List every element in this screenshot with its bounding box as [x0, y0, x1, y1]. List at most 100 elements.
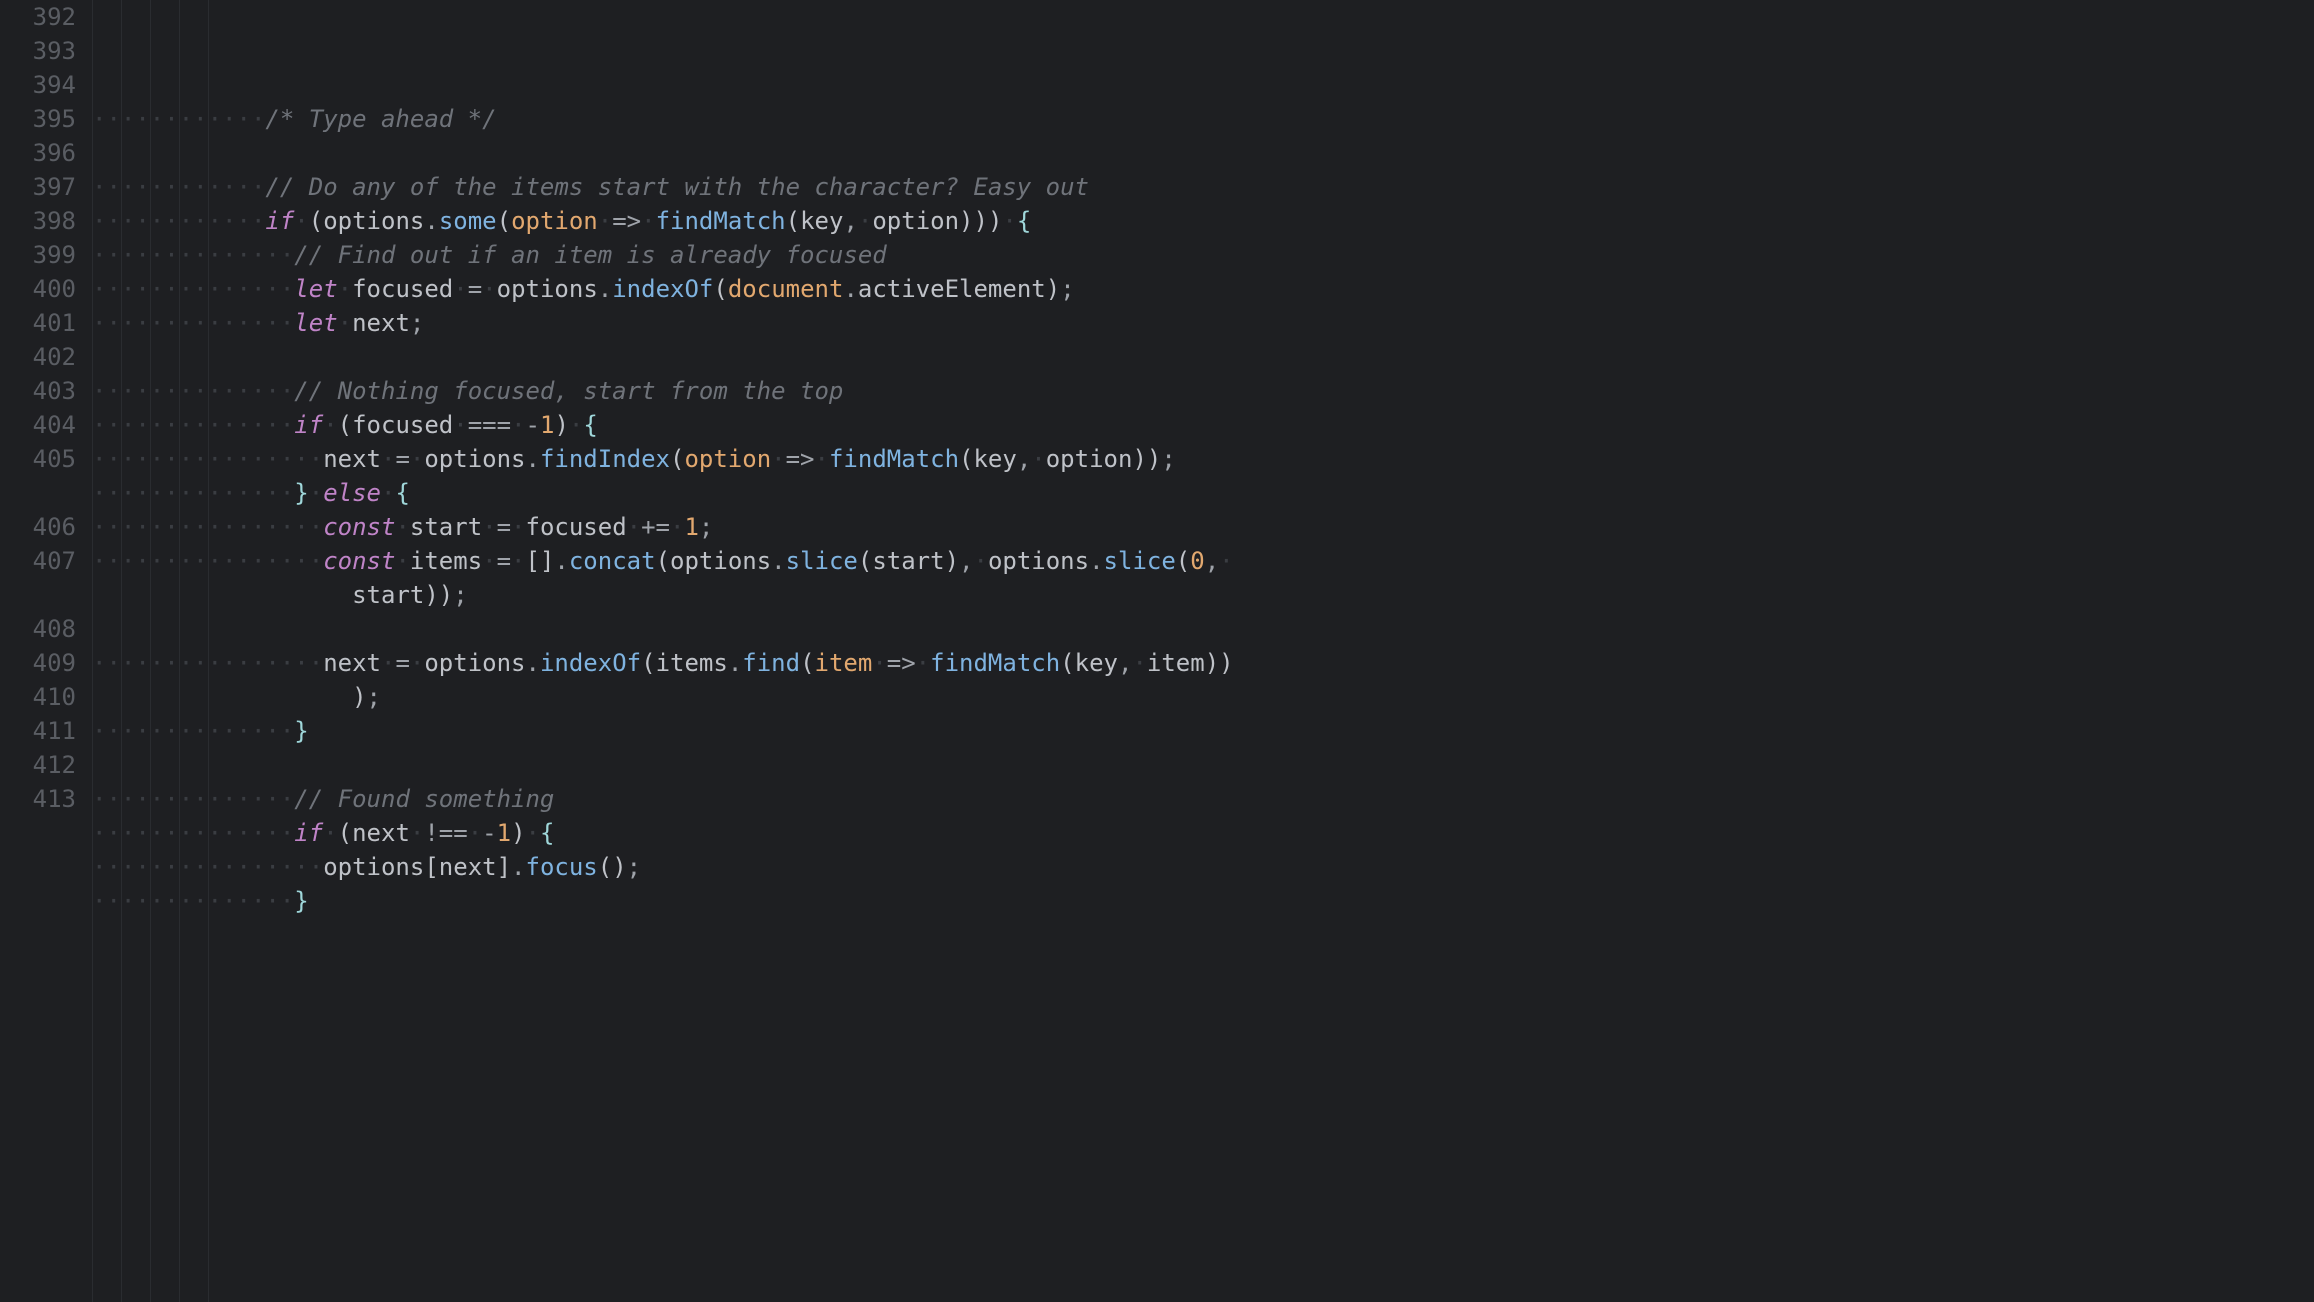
line-number: 412: [0, 748, 76, 782]
code-line[interactable]: ················const·items·=·[].concat(…: [92, 544, 2314, 578]
code-line[interactable]: [92, 136, 2314, 170]
token-brace: {: [583, 411, 597, 439]
token-paren: ): [554, 411, 568, 439]
whitespace-dot: ·: [916, 649, 930, 677]
token-comment: /* Type ahead */: [265, 105, 496, 133]
token-prop: focused: [526, 513, 627, 541]
token-op: ,: [1205, 547, 1219, 575]
code-line-wrap[interactable]: );: [92, 680, 2314, 714]
line-number: 407: [0, 544, 76, 578]
code-line[interactable]: [92, 340, 2314, 374]
whitespace-dot: ·: [670, 513, 684, 541]
code-line[interactable]: [92, 748, 2314, 782]
token-semi: ;: [699, 513, 713, 541]
code-line[interactable]: ··············// Found something: [92, 782, 2314, 816]
token-paren: ): [1132, 445, 1146, 473]
token-paren: (: [641, 649, 655, 677]
wrap-indent: [92, 581, 352, 609]
token-fn: indexOf: [612, 275, 713, 303]
whitespace-dot: ·: [511, 513, 525, 541]
line-number: 399: [0, 238, 76, 272]
token-op: ===: [468, 411, 511, 439]
token-kw: let: [294, 309, 337, 337]
token-prop: key: [800, 207, 843, 235]
token-kw: if: [265, 207, 294, 235]
token-prop: options: [323, 207, 424, 235]
code-line[interactable]: ··············let·focused·=·options.inde…: [92, 272, 2314, 306]
token-paren: ): [945, 547, 959, 575]
code-line[interactable]: ··············}: [92, 884, 2314, 918]
whitespace-dot: ·: [381, 479, 395, 507]
token-prop: options: [497, 275, 598, 303]
token-prop: options: [424, 445, 525, 473]
token-op: .: [771, 547, 785, 575]
token-paren: (: [959, 445, 973, 473]
line-number: 395: [0, 102, 76, 136]
code-line[interactable]: ············/* Type ahead */: [92, 102, 2314, 136]
whitespace-dot: ·: [598, 207, 612, 235]
code-line[interactable]: ··············// Nothing focused, start …: [92, 374, 2314, 408]
token-paren: (: [1176, 547, 1190, 575]
token-paren: ): [424, 581, 438, 609]
token-prop: option: [872, 207, 959, 235]
code-line[interactable]: ··············}: [92, 714, 2314, 748]
token-paren: (: [713, 275, 727, 303]
code-line[interactable]: ··············}·else·{: [92, 476, 2314, 510]
token-param: option: [511, 207, 598, 235]
code-editor[interactable]: 3923933943953963973983994004014024034044…: [0, 0, 2314, 1302]
token-semi: ;: [367, 683, 381, 711]
whitespace-dot: ·: [410, 819, 424, 847]
token-prop: options: [670, 547, 771, 575]
leading-whitespace: ··············: [92, 717, 294, 745]
leading-whitespace: ················: [92, 649, 323, 677]
code-line[interactable]: ··············// Find out if an item is …: [92, 238, 2314, 272]
code-line[interactable]: ················next·=·options.indexOf(i…: [92, 646, 2314, 680]
whitespace-dot: ·: [641, 207, 655, 235]
code-line[interactable]: ··············if·(next·!==·-1)·{: [92, 816, 2314, 850]
whitespace-dot: ·: [381, 445, 395, 473]
token-prop: start: [872, 547, 944, 575]
token-op: =: [497, 513, 511, 541]
token-kw: const: [323, 547, 395, 575]
code-line[interactable]: ················options[next].focus();: [92, 850, 2314, 884]
token-num: 1: [684, 513, 698, 541]
whitespace-dot: ·: [323, 411, 337, 439]
token-semi: ;: [627, 853, 641, 881]
line-number: 413: [0, 782, 76, 816]
token-paren: ]: [497, 853, 511, 881]
token-fn: findMatch: [829, 445, 959, 473]
token-prop: activeElement: [858, 275, 1046, 303]
code-line[interactable]: ············if·(options.some(option·=>·f…: [92, 204, 2314, 238]
code-line[interactable]: ············// Do any of the items start…: [92, 170, 2314, 204]
whitespace-dot: ·: [858, 207, 872, 235]
code-line[interactable]: ················const·start·=·focused·+=…: [92, 510, 2314, 544]
token-prop: key: [973, 445, 1016, 473]
token-param: option: [684, 445, 771, 473]
token-paren: (: [858, 547, 872, 575]
token-param: document: [728, 275, 844, 303]
code-line[interactable]: ··············let·next;: [92, 306, 2314, 340]
token-paren: ): [612, 853, 626, 881]
token-fn: slice: [1104, 547, 1176, 575]
whitespace-dot: ·: [453, 411, 467, 439]
line-number: 410: [0, 680, 76, 714]
code-area[interactable]: ············/* Type ahead */············…: [88, 0, 2314, 1302]
leading-whitespace: ············: [92, 173, 265, 201]
token-prop: option: [1046, 445, 1133, 473]
token-prop: items: [410, 547, 482, 575]
line-number-gutter: 3923933943953963973983994004014024034044…: [0, 0, 88, 1302]
whitespace-dot: ·: [381, 649, 395, 677]
token-brace: {: [395, 479, 409, 507]
token-prop: next: [323, 649, 381, 677]
token-fn: find: [742, 649, 800, 677]
token-op: -: [482, 819, 496, 847]
token-op: .: [526, 445, 540, 473]
code-line[interactable]: ················next·=·options.findIndex…: [92, 442, 2314, 476]
token-paren: ): [1046, 275, 1060, 303]
code-line[interactable]: [92, 612, 2314, 646]
token-op: ,: [1118, 649, 1132, 677]
token-num: 1: [540, 411, 554, 439]
code-line-wrap[interactable]: start));: [92, 578, 2314, 612]
code-line[interactable]: ··············if·(focused·===·-1)·{: [92, 408, 2314, 442]
leading-whitespace: ················: [92, 445, 323, 473]
